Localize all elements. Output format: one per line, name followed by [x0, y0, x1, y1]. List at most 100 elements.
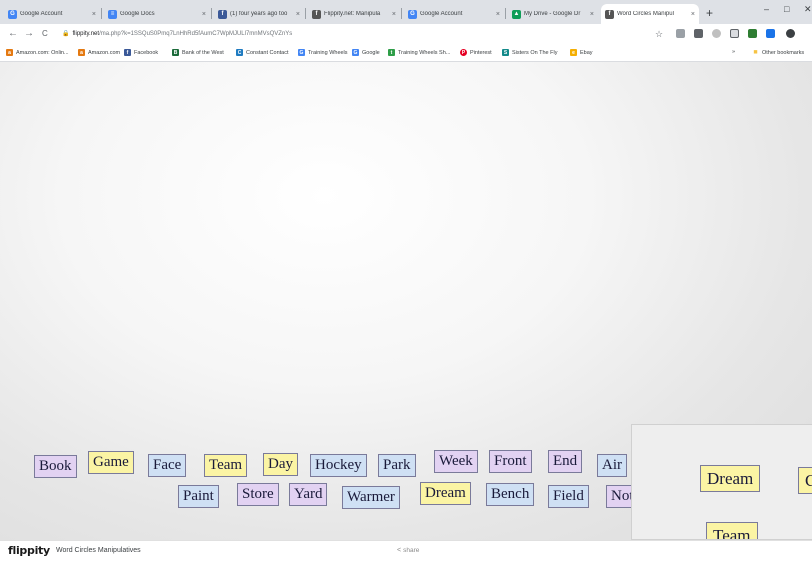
tab-title: (1) four years ago too	[230, 11, 288, 17]
tab-google-account-1[interactable]: G Google Account ×	[4, 4, 100, 24]
tab-strip: G Google Account × ≡ Google Docs × f (1)…	[0, 0, 812, 24]
word-tile-team[interactable]: Team	[204, 454, 248, 477]
lock-icon: 🔒	[62, 31, 70, 37]
extension-calendar-icon[interactable]	[676, 29, 685, 38]
tab-title: Google Docs	[120, 11, 155, 17]
constant-contact-icon: C	[236, 49, 243, 56]
forward-button[interactable]: →	[24, 28, 34, 39]
word-tile-hockey[interactable]: Hockey	[310, 454, 367, 477]
word-tile-week[interactable]: Week	[434, 450, 478, 473]
flippity-logo[interactable]: flippity	[8, 544, 50, 557]
word-tile-game[interactable]: Game	[88, 451, 134, 474]
reload-button[interactable]: C	[42, 29, 48, 38]
url-host: flippity.net	[72, 31, 100, 37]
tab-flippity-manipulatives[interactable]: f Flippity.net: Manipula ×	[308, 4, 400, 24]
bookmark-training-wheels[interactable]: G Training Wheels	[298, 49, 348, 56]
bookmark-label: Facebook	[134, 49, 159, 56]
close-icon[interactable]: ×	[392, 11, 396, 18]
app-title: Word Circles Manipulatives	[56, 547, 141, 554]
close-icon[interactable]: ×	[496, 11, 500, 18]
word-tile-end[interactable]: End	[548, 450, 583, 473]
tab-google-drive[interactable]: ▲ My Drive - Google Dr ×	[508, 4, 598, 24]
extension-circle-icon[interactable]	[712, 29, 721, 38]
close-icon[interactable]: ×	[92, 11, 96, 18]
address-bar[interactable]: 🔒 flippity.net/ma.php?k=1SSQuS0Pmq7LnHhRd…	[62, 30, 292, 37]
browser-toolbar: ← → C 🔒 flippity.net/ma.php?k=1SSQuS0Pmq7…	[0, 24, 812, 46]
bookmark-pinterest[interactable]: P Pinterest	[460, 49, 492, 56]
bookmark-label: Sisters On The Fly	[512, 49, 558, 56]
word-tile-front[interactable]: Front	[489, 450, 532, 473]
extension-copy-icon[interactable]	[730, 29, 739, 38]
amazon-icon: a	[6, 49, 13, 56]
bookmark-facebook[interactable]: f Facebook	[124, 49, 158, 56]
bookmark-label: Constant Contact	[246, 49, 289, 56]
bookmark-bank-of-the-west[interactable]: B Bank of the West	[172, 49, 224, 56]
bookmark-amazon[interactable]: a Amazon.com	[78, 49, 120, 56]
drive-favicon-icon: ▲	[512, 9, 521, 19]
close-window-button[interactable]: ✕	[804, 4, 812, 15]
tab-google-account-2[interactable]: G Google Account ×	[404, 4, 504, 24]
word-tile-yard[interactable]: Yard	[289, 483, 328, 506]
bookmark-label: Google	[362, 49, 380, 56]
bookmark-label: Training Wheels	[308, 49, 348, 56]
bookmark-label: Bank of the West	[182, 49, 224, 56]
share-label: share	[403, 547, 420, 554]
bookmark-ebay[interactable]: e Ebay	[570, 49, 593, 56]
google-icon: G	[352, 49, 359, 56]
share-button[interactable]: < share	[397, 547, 419, 554]
docs-favicon-icon: ≡	[108, 9, 117, 19]
profile-avatar-icon[interactable]	[786, 29, 795, 38]
word-tile-park[interactable]: Park	[378, 454, 416, 477]
bookmark-google[interactable]: G Google	[352, 49, 380, 56]
ebay-icon: e	[570, 49, 577, 56]
pinterest-icon: P	[460, 49, 467, 56]
bookmark-label: Amazon.com: Onlin...	[16, 49, 69, 56]
extension-shield-icon[interactable]	[748, 29, 757, 38]
tab-word-circles-active[interactable]: f Word Circles Manipul ×	[601, 4, 699, 24]
close-icon[interactable]: ×	[691, 11, 695, 18]
tab-divider	[101, 8, 102, 19]
close-icon[interactable]: ×	[296, 11, 300, 18]
sisters-icon: S	[502, 49, 509, 56]
bookmark-training-wheels-sh[interactable]: t Training Wheels Sh...	[388, 49, 450, 56]
word-tile-store[interactable]: Store	[237, 483, 279, 506]
word-tile-bench[interactable]: Bench	[486, 483, 535, 506]
back-button[interactable]: ←	[8, 28, 18, 39]
other-bookmarks[interactable]: ■ Other bookmarks	[752, 49, 804, 56]
tab-facebook[interactable]: f (1) four years ago too ×	[214, 4, 304, 24]
tab-divider	[505, 8, 506, 19]
close-icon[interactable]: ×	[590, 11, 594, 18]
more-bookmarks-chevron-icon[interactable]: »	[732, 49, 735, 55]
tab-title: My Drive - Google Dr	[524, 11, 581, 17]
word-tile-field[interactable]: Field	[548, 485, 589, 508]
url-path: /ma.php?k=1SSQuS0Pmq7LnHhRd5fAumC7WpMJUL…	[99, 31, 293, 37]
facebook-icon: f	[124, 49, 131, 56]
bookmark-amazon-online[interactable]: a Amazon.com: Onlin...	[6, 49, 69, 56]
bookmark-constant-contact[interactable]: C Constant Contact	[236, 49, 289, 56]
bookmark-label: Ebay	[580, 49, 593, 56]
new-tab-button[interactable]: +	[706, 6, 713, 20]
zoom-inset-panel: Dream C Team	[631, 424, 812, 540]
tab-google-docs[interactable]: ≡ Google Docs ×	[104, 4, 210, 24]
word-tile-air[interactable]: Air	[597, 454, 627, 477]
tab-title: Google Account	[420, 11, 463, 17]
word-tile-warmer[interactable]: Warmer	[342, 486, 400, 509]
bookmark-label: Training Wheels Sh...	[398, 49, 451, 56]
word-tile-dream[interactable]: Dream	[420, 482, 471, 505]
word-tile-day[interactable]: Day	[263, 453, 298, 476]
word-tile-face[interactable]: Face	[148, 454, 187, 477]
maximize-button[interactable]: □	[784, 4, 789, 14]
extension-triangle-icon[interactable]	[766, 29, 775, 38]
bookmark-sisters-on-the-fly[interactable]: S Sisters On The Fly	[502, 49, 557, 56]
folder-icon: ■	[753, 49, 758, 56]
bookmark-star-icon[interactable]: ☆	[655, 29, 663, 40]
minimize-button[interactable]: –	[764, 4, 769, 14]
word-tile-paint[interactable]: Paint	[178, 485, 219, 508]
tab-title: Word Circles Manipul	[617, 11, 674, 17]
zoom-word-tile-dream: Dream	[700, 465, 761, 492]
word-tile-book[interactable]: Book	[34, 455, 77, 478]
close-icon[interactable]: ×	[202, 11, 206, 18]
google-favicon-icon: G	[408, 9, 417, 19]
extension-screen-icon[interactable]	[694, 29, 703, 38]
tab-divider	[401, 8, 402, 19]
